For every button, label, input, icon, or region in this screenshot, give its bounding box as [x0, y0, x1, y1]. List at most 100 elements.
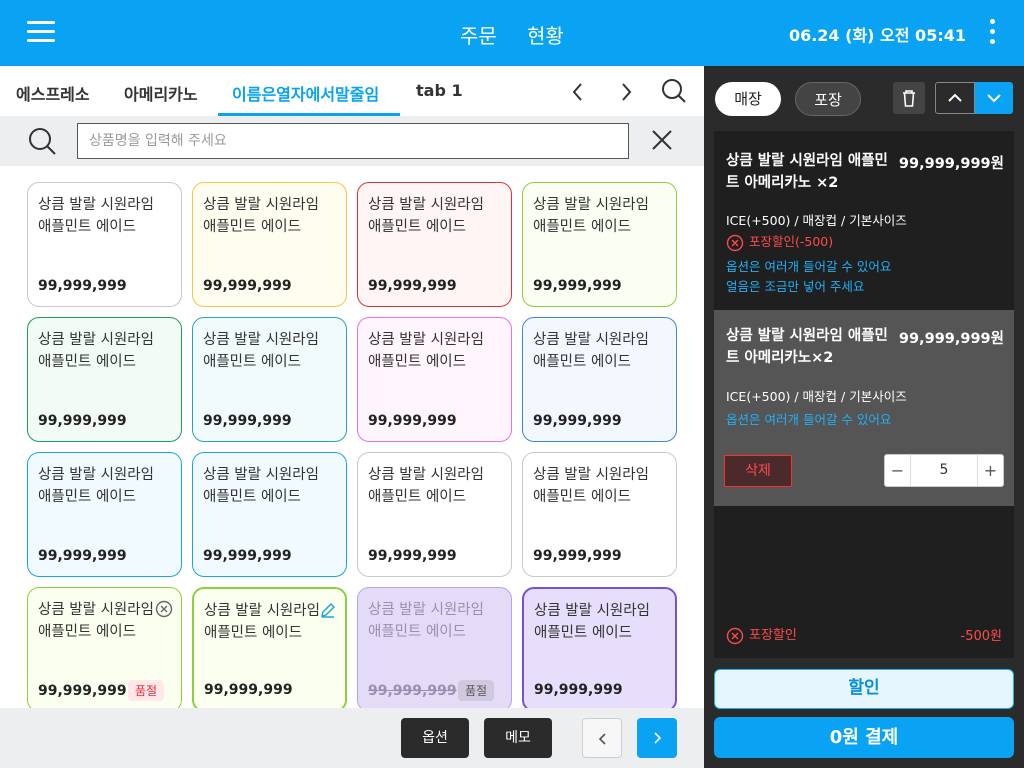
product-name: 상큼 발랄 시원라임 애플민트 에이드 — [38, 332, 154, 370]
pencil-icon[interactable] — [319, 601, 337, 619]
product-card[interactable]: 상큼 발랄 시원라임 애플민트 에이드 99,999,999 — [192, 452, 347, 577]
category-tabs: 에스프레소 아메리카노 이름은열자에서말줄임 tab 1 — [0, 66, 704, 118]
pay-button[interactable]: 0원 결제 — [714, 717, 1014, 758]
memo-button[interactable]: 메모 — [484, 718, 552, 758]
chevron-up-icon — [948, 93, 962, 102]
product-price: 99,999,999 — [204, 682, 293, 698]
option-button[interactable]: 옵션 — [401, 718, 469, 758]
product-price: 99,999,999 — [38, 278, 127, 294]
product-card[interactable]: 상큼 발랄 시원라임 애플민트 에이드 99,999,999 — [522, 317, 677, 442]
chevron-left-icon[interactable] — [566, 80, 590, 104]
quantity-value: 5 — [939, 462, 949, 478]
product-card[interactable]: 상큼 발랄 시원라임 애플민트 에이드 99,999,999 품절 — [27, 587, 182, 708]
product-price: 99,999,999 — [534, 682, 623, 698]
product-price: 99,999,999 — [368, 413, 457, 429]
category-tab-tab1[interactable]: tab 1 — [416, 81, 463, 100]
prev-page-button[interactable] — [582, 718, 622, 758]
product-card[interactable]: 상큼 발랄 시원라임 애플민트 에이드 99,999,999 — [357, 317, 512, 442]
category-tab-espresso[interactable]: 에스프레소 — [16, 81, 90, 105]
product-name: 상큼 발랄 시원라임 애플민트 에이드 — [368, 332, 484, 370]
sold-out-badge: 품절 — [458, 680, 495, 701]
order-item-discount: 포장할인(-500) — [726, 231, 833, 252]
category-tab-americano[interactable]: 아메리카노 — [124, 81, 198, 105]
product-price: 99,999,999 — [368, 278, 457, 294]
product-price: 99,999,999 — [38, 683, 127, 699]
top-bar: 주문 현황 06.24 (화) 오전 05:41 — [0, 0, 1024, 66]
increment-button[interactable]: + — [977, 455, 1003, 486]
product-price: 99,999,999 — [533, 278, 622, 294]
product-name: 상큼 발랄 시원라임 애플민트 에이드 — [38, 197, 154, 235]
order-item-discount-text: 포장할인(-500) — [749, 234, 834, 249]
product-name: 상큼 발랄 시원라임 애플민트 에이드 — [203, 332, 319, 370]
sold-out-badge: 품절 — [128, 680, 165, 701]
order-item-note: 옵션은 여러개 들어갈 수 있어요 — [726, 412, 892, 427]
product-card[interactable]: 상큼 발랄 시원라임 애플민트 에이드 99,999,999 — [27, 452, 182, 577]
product-name: 상큼 발랄 시원라임 애플민트 에이드 — [533, 467, 649, 505]
search-bar — [0, 116, 704, 166]
scroll-up-button[interactable] — [935, 82, 975, 114]
product-name: 상큼 발랄 시원라임 애플민트 에이드 — [533, 332, 649, 370]
decrement-button[interactable]: − — [885, 455, 911, 486]
product-price: 99,999,999 — [38, 413, 127, 429]
product-price: 99,999,999 — [533, 548, 622, 564]
close-icon[interactable] — [650, 128, 674, 156]
dine-in-toggle[interactable]: 매장 — [715, 82, 781, 116]
product-name: 상큼 발랄 시원라임 애플민트 에이드 — [368, 467, 484, 505]
product-name: 상큼 발랄 시원라임 애플민트 에이드 — [203, 197, 319, 235]
product-price: 99,999,999 — [203, 548, 292, 564]
x-circle-icon[interactable] — [726, 627, 744, 645]
chevron-right-icon[interactable] — [614, 80, 638, 104]
product-card[interactable]: 상큼 발랄 시원라임 애플민트 에이드 99,999,999 — [522, 182, 677, 307]
quantity-stepper: − 5 + — [884, 454, 1004, 487]
product-card[interactable]: 상큼 발랄 시원라임 애플민트 에이드 99,999,999 — [192, 587, 347, 708]
x-circle-icon[interactable] — [155, 600, 173, 618]
chevron-right-icon — [654, 732, 662, 744]
discount-amount: -500원 — [960, 629, 1002, 644]
product-price: 99,999,999 — [368, 548, 457, 564]
order-item-note: 옵션은 여러개 들어갈 수 있어요 — [726, 259, 892, 274]
product-card[interactable]: 상큼 발랄 시원라임 애플민트 에이드 99,999,999 — [522, 452, 677, 577]
order-item-price: 99,999,999원 — [898, 331, 1004, 347]
order-list: 상큼 발랄 시원라임 애플민트 아메리카노 ×2 99,999,999원 ICE… — [714, 131, 1014, 658]
order-item[interactable]: 상큼 발랄 시원라임 애플민트 아메리카노 ×2 99,999,999원 ICE… — [714, 131, 1014, 310]
product-card[interactable]: 상큼 발랄 시원라임 애플민트 에이드 99,999,999 — [357, 452, 512, 577]
delete-button[interactable]: 삭제 — [724, 455, 792, 487]
product-card[interactable]: 상큼 발랄 시원라임 애플민트 에이드 99,999,999 — [27, 317, 182, 442]
search-input[interactable] — [77, 123, 629, 159]
search-icon — [28, 127, 56, 159]
product-price: 99,999,999 — [203, 278, 292, 294]
order-panel: 매장 포장 상큼 발랄 시원라임 애플민트 아메리카노 ×2 99,999,99… — [704, 66, 1024, 768]
product-card[interactable]: 상큼 발랄 시원라임 애플민트 에이드 99,999,999 — [192, 317, 347, 442]
product-card[interactable]: 상큼 발랄 시원라임 애플민트 에이드 99,999,999 품절 — [357, 587, 512, 708]
product-card[interactable]: 상큼 발랄 시원라임 애플민트 에이드 99,999,999 — [357, 182, 512, 307]
product-name: 상큼 발랄 시원라임 애플민트 에이드 — [368, 602, 484, 640]
scroll-down-button[interactable] — [975, 82, 1013, 114]
product-name: 상큼 발랄 시원라임 애플민트 에이드 — [38, 467, 154, 505]
tab-status[interactable]: 현황 — [527, 20, 564, 49]
next-page-button[interactable] — [637, 718, 677, 758]
product-card[interactable]: 상큼 발랄 시원라임 애플민트 에이드 99,999,999 — [192, 182, 347, 307]
order-item-selected[interactable]: 상큼 발랄 시원라임 애플민트 아메리카노×2 99,999,999원 ICE(… — [714, 310, 1014, 506]
more-menu-icon[interactable] — [988, 19, 998, 47]
search-icon[interactable] — [661, 78, 686, 103]
product-price: 99,999,999 — [203, 413, 292, 429]
order-item-options: ICE(+500) / 매장컵 / 기본사이즈 — [726, 213, 907, 228]
product-price: 99,999,999 — [38, 548, 127, 564]
category-tab-long-name[interactable]: 이름은열자에서말줄임 — [232, 81, 379, 105]
trash-icon — [903, 90, 915, 107]
product-name: 상큼 발랄 시원라임 애플민트 에이드 — [368, 197, 484, 235]
order-item-price: 99,999,999원 — [898, 156, 1004, 172]
product-name: 상큼 발랄 시원라임 애플민트 에이드 — [533, 197, 649, 235]
x-circle-icon — [726, 234, 744, 251]
chevron-down-icon — [987, 94, 1001, 103]
order-item-options: ICE(+500) / 매장컵 / 기본사이즈 — [726, 389, 907, 404]
takeout-toggle[interactable]: 포장 — [795, 82, 861, 116]
product-card[interactable]: 상큼 발랄 시원라임 애플민트 에이드 99,999,999 — [27, 182, 182, 307]
tab-order[interactable]: 주문 — [460, 20, 497, 49]
discount-button[interactable]: 할인 — [714, 669, 1014, 709]
trash-button[interactable] — [893, 82, 925, 114]
product-name: 상큼 발랄 시원라임 애플민트 에이드 — [534, 603, 650, 641]
order-item-note: 얼음은 조금만 넣어 주세요 — [726, 279, 865, 294]
hamburger-menu-icon[interactable] — [27, 21, 55, 43]
product-card[interactable]: 상큼 발랄 시원라임 애플민트 에이드 99,999,999 — [522, 587, 677, 708]
